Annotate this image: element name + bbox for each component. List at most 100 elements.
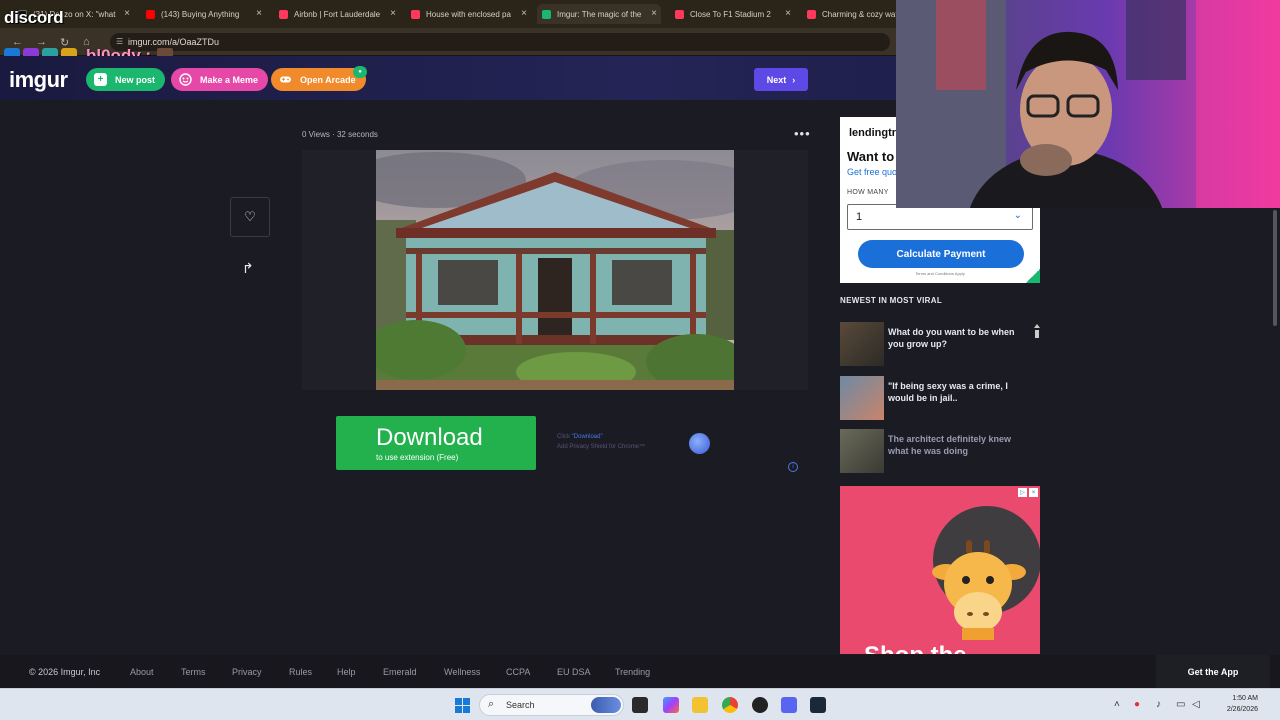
url-field[interactable]: ☰ imgur.com/a/OaaZTDu bbox=[110, 33, 890, 51]
lendingtree-how-many-label: HOW MANY bbox=[847, 189, 889, 196]
browser-tab-active[interactable]: Imgur: The magic of the × bbox=[537, 4, 661, 24]
discord-icon[interactable] bbox=[781, 697, 797, 713]
windows-taskbar: ⌕ Search ˄ ● ♪ ▭ ◁ 1:50 AM 2/26/2026 bbox=[0, 688, 1280, 720]
ad-choices-badges[interactable]: ▷ × bbox=[1018, 488, 1038, 497]
browser-tab[interactable]: Close To F1 Stadium 2 × bbox=[675, 4, 791, 24]
footer-link-emerald[interactable]: Emerald bbox=[383, 667, 417, 677]
browser-tab[interactable]: (143) Buying Anything × bbox=[146, 4, 262, 24]
ad-info-icon[interactable]: i bbox=[788, 462, 798, 472]
windows-start-icon[interactable] bbox=[455, 698, 470, 713]
make-meme-label: Make a Meme bbox=[200, 74, 259, 85]
post-meta: 0 Views · 32 seconds bbox=[302, 130, 378, 139]
tray-app-icon[interactable]: ● bbox=[1134, 699, 1140, 710]
close-tab-icon[interactable]: × bbox=[256, 8, 262, 19]
obs-icon[interactable] bbox=[752, 697, 768, 713]
network-icon[interactable]: ▭ bbox=[1176, 699, 1185, 710]
discord-overlay-label: discord bbox=[4, 8, 64, 27]
tab-title: Airbnb | Fort Lauderdale bbox=[294, 9, 381, 19]
viral-item-title: What do you want to be when you grow up? bbox=[888, 327, 1015, 349]
youtube-icon bbox=[146, 9, 155, 19]
gamepad-icon bbox=[279, 73, 292, 86]
scrollbar-thumb[interactable] bbox=[1273, 210, 1277, 326]
tab-title: (143) Buying Anything bbox=[161, 9, 240, 19]
viral-list-item[interactable]: What do you want to be when you grow up? bbox=[840, 322, 1040, 366]
viral-thumbnail bbox=[840, 429, 884, 473]
get-the-app-button[interactable]: Get the App bbox=[1156, 655, 1270, 688]
volume-icon[interactable]: ◁ bbox=[1192, 699, 1200, 710]
tab-title: House with enclosed pa bbox=[426, 9, 511, 19]
footer-link-wellness[interactable]: Wellness bbox=[444, 667, 480, 677]
plus-icon: + bbox=[94, 73, 107, 86]
imgur-logo[interactable]: imgur bbox=[9, 67, 68, 93]
new-post-button[interactable]: + New post bbox=[86, 68, 166, 91]
viral-scroll-icon[interactable] bbox=[1034, 324, 1040, 338]
imgur-footer: © 2026 Imgur, Inc About Terms Privacy Ru… bbox=[0, 655, 1280, 688]
close-tab-icon[interactable]: × bbox=[390, 8, 396, 19]
giraffe-ad-headline: Shop the bbox=[864, 642, 967, 654]
more-options-icon[interactable]: ••• bbox=[794, 126, 811, 141]
site-info-icon[interactable]: ☰ bbox=[116, 37, 123, 46]
calculate-payment-button[interactable]: Calculate Payment bbox=[858, 240, 1024, 268]
tab-title: Charming & cozy wat bbox=[822, 9, 896, 19]
airbnb-icon bbox=[411, 9, 420, 19]
close-tab-icon[interactable]: × bbox=[124, 8, 130, 19]
make-meme-button[interactable]: Make a Meme bbox=[171, 68, 269, 91]
steam-icon[interactable] bbox=[810, 697, 826, 713]
browser-tab[interactable]: Charming & cozy wat bbox=[807, 4, 896, 24]
lendingtree-logo: lendingtre bbox=[849, 127, 903, 139]
close-tab-icon[interactable]: × bbox=[521, 8, 527, 19]
lendingtree-heading: Want to bbox=[847, 149, 895, 164]
download-note-link: "Download" bbox=[571, 434, 603, 440]
task-view-icon[interactable] bbox=[632, 697, 648, 713]
open-arcade-button[interactable]: Open Arcade bbox=[271, 68, 366, 91]
giraffe-ad[interactable]: ▷ × Shop the bbox=[840, 486, 1040, 654]
tray-overflow-icon[interactable]: ˄ bbox=[1114, 699, 1120, 710]
footer-link-terms[interactable]: Terms bbox=[181, 667, 206, 677]
footer-link-privacy[interactable]: Privacy bbox=[232, 667, 262, 677]
imgur-icon bbox=[542, 9, 551, 19]
viral-list-item[interactable]: The architect definitely knew what he wa… bbox=[840, 429, 1040, 473]
download-note-prefix: Click bbox=[557, 434, 570, 440]
chrome-icon[interactable] bbox=[722, 697, 738, 713]
browser-tab[interactable]: Airbnb | Fort Lauderdale × bbox=[279, 4, 396, 24]
download-note-line2: Add Privacy Shield for Chrome™ bbox=[557, 444, 646, 450]
tab-title: Imgur: The magic of the bbox=[557, 9, 642, 19]
lendingtree-terms[interactable]: Terms and Conditions Apply bbox=[840, 271, 1040, 276]
download-ad-subtitle: to use extension (Free) bbox=[376, 453, 459, 462]
lendingtree-subheading: Get free quo bbox=[847, 167, 898, 177]
chevron-right-icon: › bbox=[792, 74, 796, 85]
browser-tab[interactable]: House with enclosed pa × bbox=[411, 4, 527, 24]
privacy-globe-icon bbox=[689, 433, 710, 454]
viral-list-item[interactable]: "If being sexy was a crime, I would be i… bbox=[840, 376, 1040, 420]
microphone-icon[interactable]: ♪ bbox=[1156, 699, 1161, 710]
close-tab-icon[interactable]: × bbox=[651, 8, 657, 19]
footer-link-about[interactable]: About bbox=[130, 667, 154, 677]
ad-corner-marker bbox=[1026, 269, 1040, 283]
arcade-notification-badge: ● bbox=[353, 66, 367, 78]
footer-link-rules[interactable]: Rules bbox=[289, 667, 312, 677]
footer-link-eu-dsa[interactable]: EU DSA bbox=[557, 667, 591, 677]
viral-section-title: NEWEST IN MOST VIRAL bbox=[840, 296, 942, 305]
download-ad-button[interactable]: Download to use extension (Free) bbox=[336, 416, 536, 470]
copilot-icon[interactable] bbox=[663, 697, 679, 713]
footer-link-help[interactable]: Help bbox=[337, 667, 356, 677]
tab-title: Close To F1 Stadium 2 bbox=[690, 9, 771, 19]
ad-close-icon[interactable]: × bbox=[1029, 488, 1038, 497]
viral-thumbnail bbox=[840, 322, 884, 366]
search-icon: ⌕ bbox=[488, 698, 495, 710]
clock-date: 2/26/2026 bbox=[1226, 706, 1258, 713]
taskbar-clock[interactable]: 1:50 AM 2/26/2026 bbox=[1208, 693, 1258, 715]
page-scrollbar[interactable] bbox=[1270, 208, 1280, 688]
footer-link-ccpa[interactable]: CCPA bbox=[506, 667, 530, 677]
ad-choices-icon[interactable]: ▷ bbox=[1018, 488, 1027, 497]
favorite-heart-button[interactable]: ♡ bbox=[230, 197, 270, 237]
taskbar-search-box[interactable]: ⌕ Search bbox=[479, 694, 624, 716]
viral-thumbnail bbox=[840, 376, 884, 420]
footer-link-trending[interactable]: Trending bbox=[615, 667, 650, 677]
next-post-button[interactable]: Next › bbox=[754, 68, 808, 91]
post-image[interactable] bbox=[376, 150, 734, 390]
close-tab-icon[interactable]: × bbox=[785, 8, 791, 19]
file-explorer-icon[interactable] bbox=[692, 697, 708, 713]
share-icon[interactable]: ↱ bbox=[242, 260, 254, 277]
meme-face-icon bbox=[179, 73, 192, 86]
